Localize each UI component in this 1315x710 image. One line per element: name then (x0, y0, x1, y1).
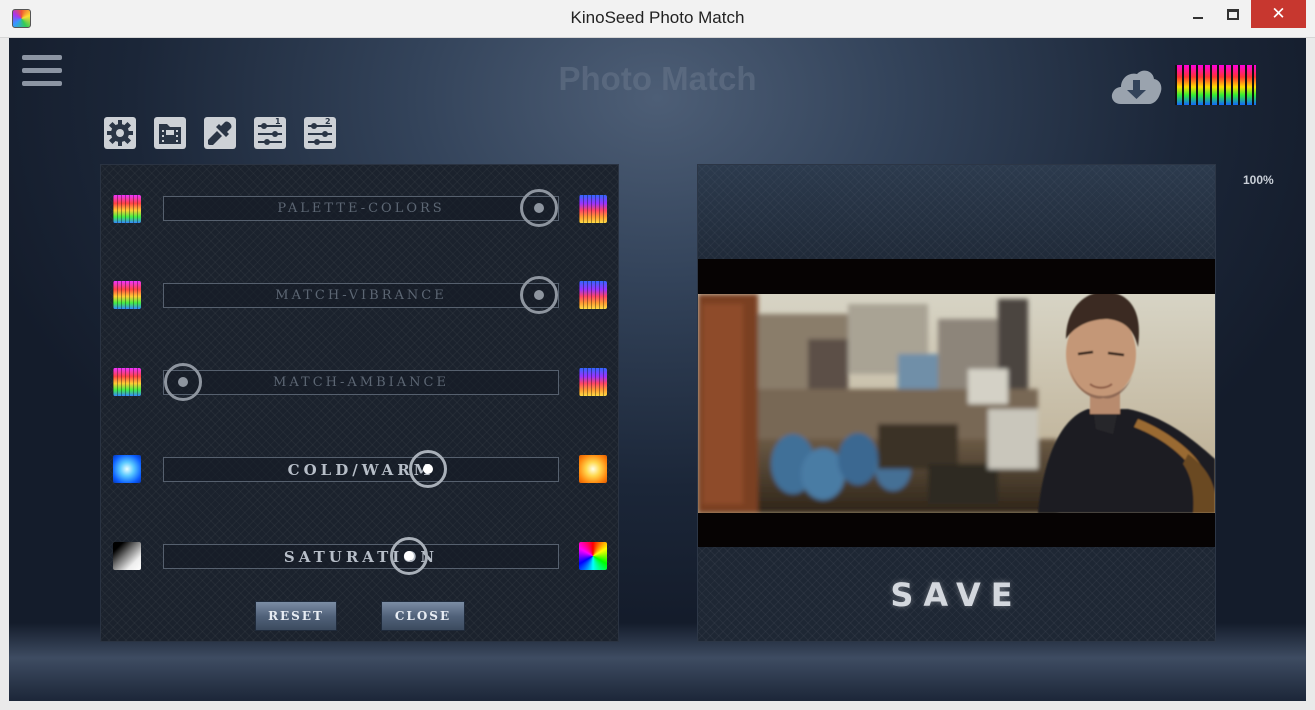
close-icon: ✕ (1271, 4, 1286, 24)
adjustments-panel: PALETTE-COLORS MATCH-VIBRANCE MATCH-AMBI… (100, 164, 619, 642)
svg-text:1: 1 (275, 117, 281, 126)
preview-image (698, 259, 1215, 547)
slider-label: MATCH-AMBIANCE (273, 375, 449, 390)
app-canvas: Photo Match 1 2 PALETTE-COLORS MATCH-VIB… (9, 38, 1306, 701)
slider-track-match-ambiance[interactable]: MATCH-AMBIANCE (163, 370, 559, 395)
cloud-download-icon[interactable] (1109, 66, 1163, 108)
sliders-2-icon[interactable]: 2 (303, 116, 337, 150)
toolbar: 1 2 (103, 116, 337, 150)
cold-swatch (113, 455, 141, 483)
close-window-button[interactable]: ✕ (1251, 0, 1306, 28)
window-titlebar: KinoSeed Photo Match ✕ (0, 0, 1315, 38)
slider-track-match-vibrance[interactable]: MATCH-VIBRANCE (163, 283, 559, 308)
palette-swatch (113, 281, 141, 309)
slider-track-saturation[interactable]: SATURATION (163, 544, 559, 569)
slider-knob-cold-warm[interactable] (409, 450, 448, 488)
close-button[interactable]: CLOSE (381, 601, 465, 631)
slider-knob-saturation[interactable] (389, 537, 428, 575)
palette-swatch-alt (579, 368, 607, 396)
svg-text:2: 2 (325, 117, 331, 126)
reset-button[interactable]: RESET (255, 601, 337, 631)
film-folder-icon[interactable] (153, 116, 187, 150)
color-wheel-swatch (579, 542, 607, 570)
minimize-icon (1193, 17, 1203, 19)
slider-label: MATCH-VIBRANCE (275, 288, 447, 303)
grayscale-swatch (113, 542, 141, 570)
save-button[interactable]: SAVE (698, 565, 1215, 625)
slider-knob-match-ambiance[interactable] (163, 363, 202, 401)
sliders-1-icon[interactable]: 1 (253, 116, 287, 150)
minimize-button[interactable] (1183, 0, 1213, 28)
slider-label: PALETTE-COLORS (277, 201, 445, 216)
warm-swatch (579, 455, 607, 483)
maximize-button[interactable] (1218, 0, 1248, 28)
palette-swatch (113, 368, 141, 396)
zoom-level: 100% (1243, 173, 1274, 187)
preview-panel: SAVE (697, 164, 1216, 642)
palette-swatch-alt (579, 281, 607, 309)
gear-icon[interactable] (103, 116, 137, 150)
maximize-icon (1227, 8, 1239, 20)
palette-thumbnail[interactable] (1175, 65, 1256, 105)
slider-knob-palette-colors[interactable] (520, 189, 559, 227)
slider-knob-match-vibrance[interactable] (520, 276, 559, 314)
palette-swatch (113, 195, 141, 223)
palette-swatch-alt (579, 195, 607, 223)
eyedropper-icon[interactable] (203, 116, 237, 150)
window-title: KinoSeed Photo Match (570, 8, 745, 27)
slider-track-cold-warm[interactable]: COLD/WARM (163, 457, 559, 482)
preview-header-area (698, 165, 1215, 259)
slider-track-palette-colors[interactable]: PALETTE-COLORS (163, 196, 559, 221)
